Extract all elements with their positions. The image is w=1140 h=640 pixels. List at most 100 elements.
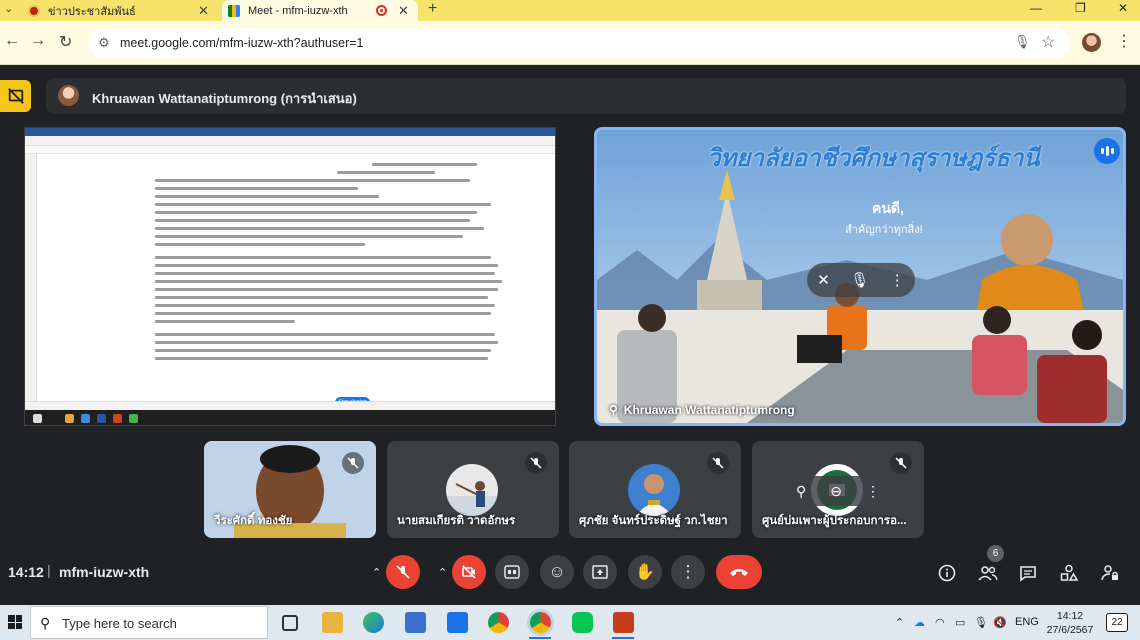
participant-tile[interactable]: นายสมเกียรติ วาดอักษร <box>387 441 559 538</box>
activities-button[interactable] <box>1058 562 1080 584</box>
participant-name: ศูนย์บ่มเพาะผู้ประกอบการอ... <box>762 515 907 527</box>
camera-off-icon <box>462 565 476 579</box>
close-tab-icon[interactable]: ✕ <box>198 3 209 19</box>
back-arrow-icon[interactable]: ← <box>4 32 20 50</box>
close-tab-icon[interactable]: ✕ <box>398 3 409 19</box>
clock-date: 27/6/2567 <box>1046 624 1094 636</box>
reactions-button[interactable]: ☺ <box>540 555 574 589</box>
video-settings-chevron-icon[interactable]: ⌃ <box>438 566 447 579</box>
tile-controls: ⚲ ⊖ ⋮ <box>784 476 892 506</box>
close-window-button[interactable]: ✕ <box>1118 1 1128 15</box>
main-video-tile[interactable]: วิทยาลัยอาชีวศึกษาสุราษฎร์ธานี คนดี, สำค… <box>594 127 1126 426</box>
presenter-avatar <box>58 85 79 106</box>
profile-avatar[interactable] <box>1082 33 1101 52</box>
show-hidden-icons-chevron-icon[interactable]: ⌃ <box>895 616 904 629</box>
chat-icon <box>1020 565 1036 582</box>
file-explorer-icon[interactable] <box>322 612 343 633</box>
slogan-line-2: สำคัญกว่าทุกสิ่ง! <box>845 224 923 236</box>
meeting-time: 14:12 <box>8 564 44 580</box>
chat-button[interactable] <box>1017 562 1039 584</box>
news-favicon-icon <box>28 4 40 17</box>
hang-up-icon <box>730 569 748 576</box>
word-status-bar <box>25 401 555 410</box>
tile-controls: ✕ 🎙 ⋮ <box>807 263 915 297</box>
main-participant-name: ⚲ Khruawan Wattanatiptumrong <box>609 403 795 417</box>
reload-icon[interactable]: ↻ <box>59 32 72 52</box>
slogan-line-1: คนดี, <box>872 200 904 216</box>
battery-icon[interactable]: ▭ <box>955 616 965 629</box>
powerpoint-icon[interactable] <box>613 612 634 633</box>
forward-arrow-icon[interactable]: → <box>30 32 46 50</box>
pin-off-icon[interactable]: ✕ <box>817 271 830 289</box>
tab-title: Meet - mfm-iuzw-xth <box>248 4 348 17</box>
participant-name: นายสมเกียรติ วาดอักษร <box>397 515 516 527</box>
participant-avatar <box>628 464 680 516</box>
line-app-icon[interactable] <box>572 612 593 633</box>
microphone-icon[interactable]: 🎙 <box>850 271 869 289</box>
more-options-button[interactable]: ⋮ <box>671 555 705 589</box>
speaking-indicator-icon <box>1094 138 1120 164</box>
site-settings-icon[interactable]: ⚙ <box>98 35 110 51</box>
input-language[interactable]: ENG <box>1015 616 1039 628</box>
tab-search-chevron-icon[interactable]: ⌄ <box>4 2 13 15</box>
host-controls-button[interactable] <box>1099 562 1121 584</box>
microphone-toggle-button[interactable] <box>386 555 420 589</box>
more-options-icon[interactable]: ⋮ <box>890 271 905 289</box>
participant-tile[interactable]: ศุภชัย จันทร์ประดิษฐ์ วก.ไชยา <box>569 441 741 538</box>
onedrive-icon[interactable]: ☁ <box>914 616 925 629</box>
people-button[interactable] <box>977 562 999 584</box>
lock-person-icon <box>1101 565 1118 581</box>
new-tab-button[interactable]: + <box>428 0 437 18</box>
search-placeholder: Type here to search <box>62 616 177 631</box>
mail-icon[interactable] <box>447 612 468 633</box>
pin-icon[interactable]: ⚲ <box>796 483 806 500</box>
participant-name: ศุภชัย จันทร์ประดิษฐ์ วก.ไชยา <box>579 515 728 527</box>
camera-toggle-button[interactable] <box>452 555 486 589</box>
participant-tile[interactable]: ⚲ ⊖ ⋮ ศูนย์บ่มเพาะผู้ประกอบการอ... <box>752 441 924 538</box>
restore-button[interactable]: ❐ <box>1075 1 1086 15</box>
present-button[interactable] <box>583 555 617 589</box>
word-ribbon <box>25 136 555 146</box>
windows-taskbar: ⚲ Type here to search ⌃ ☁ ◠ ▭ 🎙 🔇 ENG 14… <box>0 605 1140 640</box>
mic-muted-icon <box>525 452 547 474</box>
edge-browser-icon[interactable] <box>363 612 384 633</box>
bookmark-star-icon[interactable]: ☆ <box>1041 32 1055 52</box>
captions-button[interactable] <box>495 555 529 589</box>
presenter-bar: Khruawan Wattanatiptumrong (การนำเสนอ) <box>46 78 1126 114</box>
minimize-button[interactable]: — <box>1030 1 1042 15</box>
meeting-info-button[interactable] <box>936 562 958 584</box>
chrome-active-icon[interactable] <box>530 612 551 633</box>
raise-hand-button[interactable]: ✋ <box>628 555 662 589</box>
presentation-off-icon[interactable] <box>0 80 31 112</box>
tab-news[interactable]: ข่าวประชาสัมพันธ์ ✕ <box>28 0 218 21</box>
windows-start-icon[interactable] <box>8 615 22 629</box>
microphone-tray-icon[interactable]: 🎙 <box>974 616 988 629</box>
task-view-icon[interactable] <box>282 615 298 631</box>
address-bar[interactable]: ⚙ meet.google.com/mfm-iuzw-xth?authuser=… <box>88 28 1070 58</box>
taskbar-search-box[interactable]: ⚲ Type here to search <box>30 606 268 639</box>
info-icon <box>938 564 956 582</box>
taskbar-clock[interactable]: 14:12 27/6/2567 <box>1046 609 1094 637</box>
wifi-icon[interactable]: ◠ <box>935 616 945 629</box>
more-options-icon[interactable]: ⋮ <box>866 483 880 500</box>
microphone-icon[interactable]: 🎙 <box>1014 34 1031 50</box>
more-vertical-icon: ⋮ <box>679 562 697 581</box>
notification-center-icon[interactable]: 22 <box>1106 613 1128 632</box>
remove-icon[interactable]: ⊖ <box>830 483 842 500</box>
volume-muted-icon[interactable]: 🔇 <box>993 616 1007 629</box>
browser-menu-icon[interactable]: ⋮ <box>1116 31 1132 51</box>
activities-shapes-icon <box>1060 564 1078 581</box>
meeting-code: mfm-iuzw-xth <box>59 564 150 580</box>
participant-tile[interactable]: วีระศักดิ์ ทองชัย <box>204 441 376 538</box>
participant-name: วีระศักดิ์ ทองชัย <box>214 515 293 527</box>
tab-meet[interactable]: Meet - mfm-iuzw-xth ✕ <box>222 0 418 21</box>
captions-icon <box>504 565 520 579</box>
audio-settings-chevron-icon[interactable]: ⌃ <box>372 566 381 579</box>
mic-muted-icon <box>707 452 729 474</box>
chrome-icon[interactable] <box>488 612 509 633</box>
shared-screen[interactable]: Stop sharing <box>24 127 556 426</box>
microsoft-store-icon[interactable] <box>405 612 426 633</box>
active-app-indicator <box>529 637 551 639</box>
leave-call-button[interactable] <box>716 555 762 589</box>
emoji-icon: ☺ <box>548 562 566 581</box>
